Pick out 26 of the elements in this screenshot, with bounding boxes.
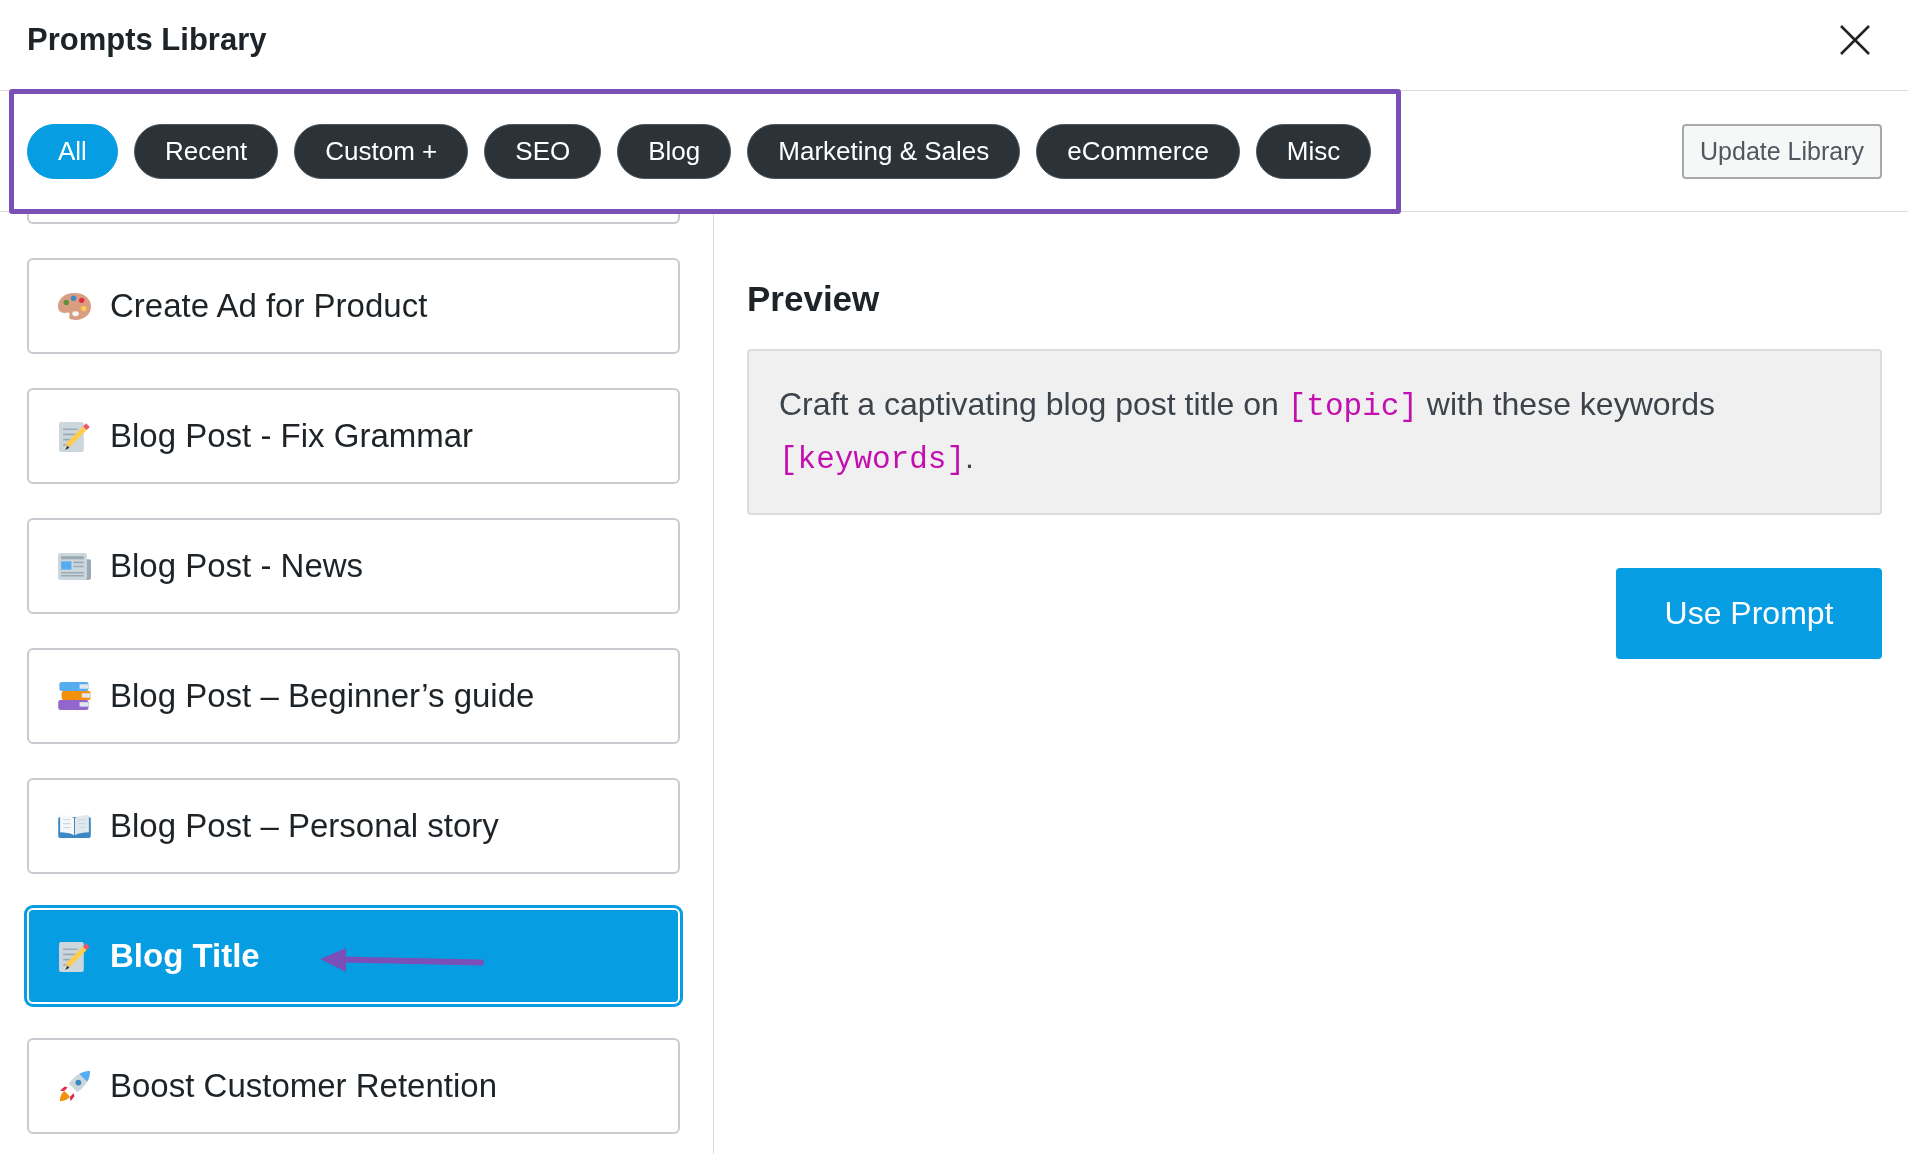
prompt-item[interactable]: Blog Post - Fix Grammar [27, 388, 680, 484]
newspaper-icon [58, 552, 91, 580]
rocket-icon [58, 1069, 91, 1103]
prompt-preview-text: Craft a captivating blog post title on [topic] with these keywords [keywords]. [779, 385, 1716, 479]
category-tab[interactable]: Marketing & Sales [747, 123, 1021, 179]
prompt-item[interactable]: Blog Post - News [27, 518, 680, 614]
category-tab[interactable]: Misc [1255, 123, 1372, 179]
category-tab[interactable]: Custom + [294, 123, 469, 179]
memo-pencil-icon [58, 419, 91, 453]
memo-pencil-icon [58, 939, 91, 973]
close-button[interactable] [1840, 25, 1870, 55]
close-icon [1840, 25, 1870, 55]
category-tab[interactable]: SEO [484, 123, 602, 179]
palette-icon [58, 292, 91, 320]
category-tab[interactable]: Recent [133, 123, 279, 179]
prompt-item[interactable]: Boost Customer Retention [27, 1038, 680, 1134]
category-tab[interactable]: Blog [617, 123, 732, 179]
prompt-item[interactable]: Blog Post – Personal story [27, 778, 680, 874]
open-book-icon [58, 814, 91, 838]
prompt-item[interactable]: Blog Post – Beginner’s guide [27, 648, 680, 744]
dialog-title: Prompts Library [27, 22, 267, 58]
category-tab[interactable]: eCommerce [1036, 123, 1240, 179]
books-icon [58, 682, 91, 710]
update-library-button[interactable]: Update Library [1682, 123, 1882, 179]
preview-heading: Preview [747, 279, 881, 319]
prompt-item[interactable]: Create Ad for Product [27, 258, 680, 354]
